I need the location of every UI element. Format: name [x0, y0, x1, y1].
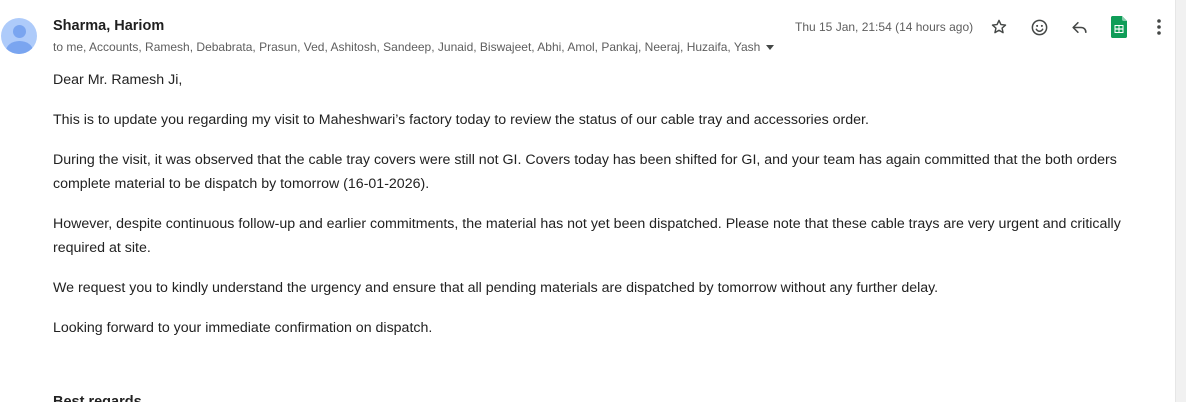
- email-message-view: Sharma, Hariom to me, Accounts, Ramesh, …: [0, 0, 1186, 402]
- recipients-dropdown-icon[interactable]: [766, 44, 775, 50]
- sender-avatar[interactable]: [1, 18, 37, 54]
- recipients-text: to me, Accounts, Ramesh, Debabrata, Pras…: [53, 40, 761, 54]
- google-sheets-button[interactable]: [1106, 14, 1132, 40]
- reply-button[interactable]: [1066, 14, 1092, 40]
- sender-name[interactable]: Sharma, Hariom: [53, 18, 164, 34]
- signoff-line: Best regards,: [53, 394, 146, 402]
- body-paragraph: However, despite continuous follow-up an…: [53, 216, 1121, 256]
- avatar-head: [13, 25, 26, 38]
- body-paragraph: This is to update you regarding my visit…: [53, 112, 869, 128]
- body-paragraph: We request you to kindly understand the …: [53, 280, 939, 296]
- star-button[interactable]: [986, 14, 1012, 40]
- more-options-button[interactable]: [1146, 14, 1172, 40]
- avatar-body: [6, 41, 33, 54]
- message-timestamp: Thu 15 Jan, 21:54 (14 hours ago): [795, 20, 974, 34]
- reply-icon: [1071, 21, 1087, 33]
- message-body: Dear Mr. Ramesh Ji, This is to update yo…: [53, 68, 1173, 356]
- add-reaction-button[interactable]: [1026, 14, 1052, 40]
- star-icon: [991, 19, 1007, 34]
- google-sheets-icon: [1111, 16, 1127, 38]
- vertical-scrollbar[interactable]: [1175, 0, 1186, 402]
- body-paragraph: During the visit, it was observed that t…: [53, 152, 1117, 192]
- greeting: Dear Mr. Ramesh Ji,: [53, 72, 183, 88]
- body-paragraph: Looking forward to your immediate confir…: [53, 320, 433, 336]
- recipients-line[interactable]: to me, Accounts, Ramesh, Debabrata, Pras…: [53, 40, 775, 54]
- emoji-icon: [1031, 19, 1047, 35]
- more-vert-icon: [1157, 19, 1161, 35]
